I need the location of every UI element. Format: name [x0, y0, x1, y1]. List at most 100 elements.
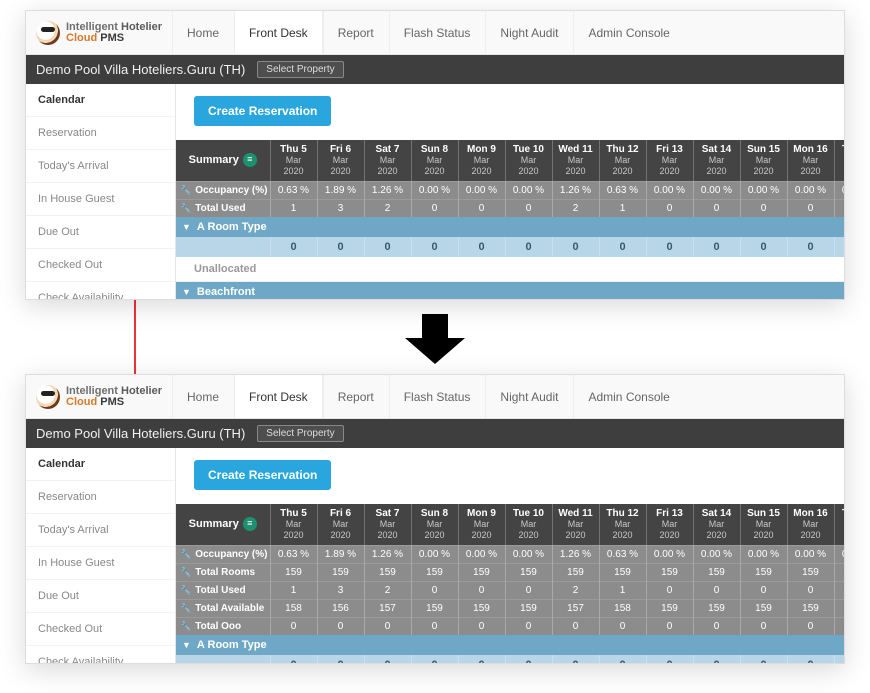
availability-cell: 0	[787, 237, 834, 257]
summary-cell: 159	[270, 563, 317, 581]
summary-cell: 159	[458, 563, 505, 581]
availability-cell: 0	[270, 237, 317, 257]
summary-cell: 0.63 %	[270, 545, 317, 563]
nav-tab-report[interactable]: Report	[323, 11, 389, 54]
summary-cell: 0.00 %	[693, 545, 740, 563]
summary-cell: 0.00 %	[834, 181, 844, 199]
summary-row-total-ooo: 🔧Total Ooo0000000000000	[176, 617, 844, 635]
sidebar-item-in-house-guest[interactable]: In House Guest	[26, 547, 175, 580]
availability-cell: 0	[787, 655, 834, 664]
sidebar-item-due-out[interactable]: Due Out	[26, 580, 175, 613]
sidebar-item-check-availability[interactable]: Check Availability	[26, 646, 175, 664]
calendar-grid: Summary ≡Thu 5Mar2020Fri 6Mar2020Sat 7Ma…	[176, 140, 844, 300]
nav-tab-home[interactable]: Home	[172, 11, 234, 54]
date-header: Mon 16Mar2020	[787, 504, 834, 545]
summary-cell: 0.00 %	[411, 181, 458, 199]
summary-cell: 0	[317, 617, 364, 635]
summary-cell: 0.00 %	[646, 181, 693, 199]
availability-cell: 0	[740, 655, 787, 664]
summary-row-label: 🔧Total Used	[176, 581, 270, 599]
sidebar-item-calendar[interactable]: Calendar	[26, 84, 175, 117]
summary-cell: 159	[740, 563, 787, 581]
sidebar-item-calendar[interactable]: Calendar	[26, 448, 175, 481]
availability-cell: 0	[505, 237, 552, 257]
nav-tab-admin-console[interactable]: Admin Console	[573, 11, 684, 54]
date-header: Thu 5Mar2020	[270, 504, 317, 545]
summary-row-label: 🔧Total Used	[176, 199, 270, 217]
summary-cell: 0.63 %	[599, 181, 646, 199]
date-header: Fri 6Mar2020	[317, 504, 364, 545]
availability-cell: 0	[458, 655, 505, 664]
nav-tab-report[interactable]: Report	[323, 375, 389, 418]
create-reservation-button[interactable]: Create Reservation	[194, 460, 331, 490]
date-header: Wed 11Mar2020	[552, 140, 599, 181]
summary-cell: 0.00 %	[693, 181, 740, 199]
summary-expand-icon[interactable]: ≡	[243, 153, 257, 167]
summary-cell: 0	[740, 617, 787, 635]
date-header: Sat 7Mar2020	[364, 504, 411, 545]
nav-tab-admin-console[interactable]: Admin Console	[573, 375, 684, 418]
create-reservation-button[interactable]: Create Reservation	[194, 96, 331, 126]
date-header: Mon 16Mar2020	[787, 140, 834, 181]
nav-tab-front-desk[interactable]: Front Desk	[234, 375, 323, 418]
brand-logo: Intelligent Hotelier Cloud PMS	[26, 385, 172, 409]
date-header: Mon 9Mar2020	[458, 504, 505, 545]
summary-expand-icon[interactable]: ≡	[243, 517, 257, 531]
nav-tab-flash-status[interactable]: Flash Status	[389, 375, 486, 418]
availability-cell: 0	[599, 655, 646, 664]
topbar: Intelligent Hotelier Cloud PMS HomeFront…	[26, 375, 844, 419]
wrench-icon: 🔧	[180, 621, 191, 631]
summary-cell: 0.00 %	[646, 545, 693, 563]
summary-cell: 0	[505, 199, 552, 217]
summary-cell: 2	[364, 581, 411, 599]
summary-row-occupancy-: 🔧Occupancy (%)0.63 %1.89 %1.26 %0.00 %0.…	[176, 545, 844, 563]
sidebar-item-reservation[interactable]: Reservation	[26, 117, 175, 150]
select-property-button[interactable]: Select Property	[257, 425, 343, 442]
availability-cell: 0	[834, 237, 844, 257]
date-header: Fri 13Mar2020	[646, 140, 693, 181]
summary-cell: 159	[505, 563, 552, 581]
summary-cell: 1	[599, 581, 646, 599]
date-header: Sun 15Mar2020	[740, 504, 787, 545]
sidebar-item-due-out[interactable]: Due Out	[26, 216, 175, 249]
section-header-beachfront[interactable]: ▼Beachfront	[176, 281, 844, 300]
nav-tab-night-audit[interactable]: Night Audit	[485, 375, 573, 418]
summary-cell: 159	[834, 599, 844, 617]
date-header: Tue 17Mar2020	[834, 504, 844, 545]
summary-cell: 0	[458, 199, 505, 217]
sidebar-item-today-s-arrival[interactable]: Today's Arrival	[26, 150, 175, 183]
nav-tab-front-desk[interactable]: Front Desk	[234, 11, 323, 54]
availability-cell: 0	[552, 237, 599, 257]
summary-cell: 159	[693, 563, 740, 581]
sidebar-item-in-house-guest[interactable]: In House Guest	[26, 183, 175, 216]
summary-toggle-cell[interactable]: Summary ≡	[176, 140, 270, 181]
sidebar-item-check-availability[interactable]: Check Availability	[26, 282, 175, 300]
summary-cell: 159	[787, 563, 834, 581]
section-header-a-room-type[interactable]: ▼A Room Type	[176, 635, 844, 655]
select-property-button[interactable]: Select Property	[257, 61, 343, 78]
availability-cell: 0	[693, 237, 740, 257]
summary-cell: 0	[787, 199, 834, 217]
summary-cell: 0	[834, 199, 844, 217]
summary-cell: 0.00 %	[740, 545, 787, 563]
summary-toggle-cell[interactable]: Summary ≡	[176, 504, 270, 545]
sidebar-item-today-s-arrival[interactable]: Today's Arrival	[26, 514, 175, 547]
wrench-icon: 🔧	[180, 603, 191, 613]
nav-tab-home[interactable]: Home	[172, 375, 234, 418]
summary-cell: 158	[599, 599, 646, 617]
wrench-icon: 🔧	[180, 549, 191, 559]
sidebar-item-reservation[interactable]: Reservation	[26, 481, 175, 514]
calendar-grid: Summary ≡Thu 5Mar2020Fri 6Mar2020Sat 7Ma…	[176, 504, 844, 664]
summary-cell: 0.00 %	[834, 545, 844, 563]
sidebar-item-checked-out[interactable]: Checked Out	[26, 249, 175, 282]
summary-cell: 159	[599, 563, 646, 581]
nav-tab-flash-status[interactable]: Flash Status	[389, 11, 486, 54]
summary-cell: 0	[505, 581, 552, 599]
nav-tab-night-audit[interactable]: Night Audit	[485, 11, 573, 54]
section-header-a-room-type[interactable]: ▼A Room Type	[176, 217, 844, 237]
summary-cell: 0	[740, 581, 787, 599]
caret-down-icon: ▼	[182, 640, 191, 650]
sidebar-item-checked-out[interactable]: Checked Out	[26, 613, 175, 646]
property-name: Demo Pool Villa Hoteliers.Guru (TH)	[36, 426, 245, 441]
topbar: Intelligent Hotelier Cloud PMS HomeFront…	[26, 11, 844, 55]
